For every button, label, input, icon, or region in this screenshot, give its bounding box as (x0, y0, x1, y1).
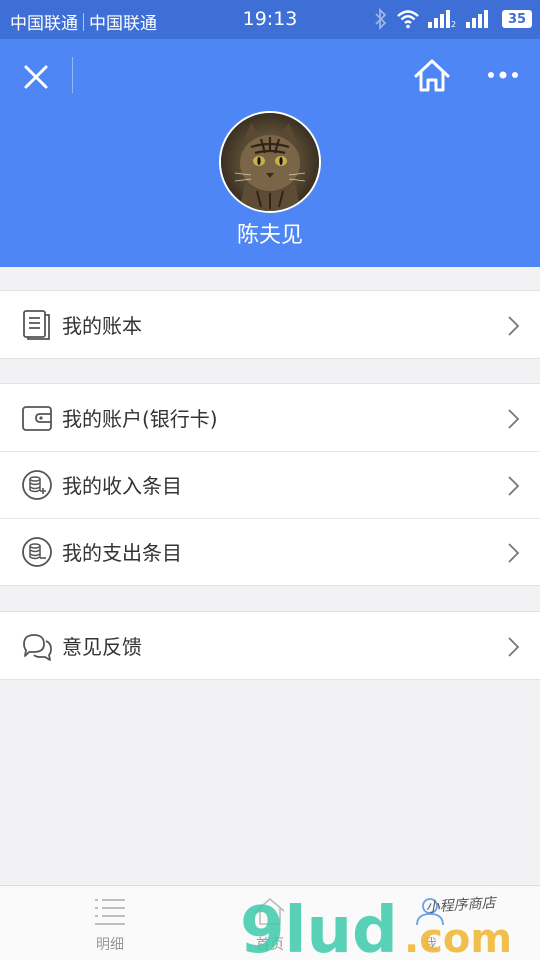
tab-bar: 明细 首页 我 (0, 885, 540, 960)
menu-label-ledger: 我的账本 (62, 314, 142, 338)
tab-label-me: 我 (423, 937, 437, 953)
chevron-right-icon (508, 476, 520, 496)
feedback-icon (23, 634, 52, 661)
wifi-icon (397, 10, 419, 29)
close-icon[interactable] (20, 61, 52, 93)
status-indicators: 2 35 (374, 8, 532, 30)
menu-item-accounts[interactable]: 我的账户(银行卡) (0, 384, 540, 451)
list-icon (95, 899, 125, 925)
chevron-right-icon (508, 316, 520, 336)
chevron-right-icon (508, 637, 520, 657)
menu-item-ledger[interactable]: 我的账本 (0, 291, 540, 358)
bluetooth-icon (375, 8, 387, 30)
avatar[interactable] (219, 111, 321, 213)
menu-group-1: 我的账本 (0, 290, 540, 359)
signal-1-icon: 2 (428, 10, 456, 28)
menu-label-feedback: 意见反馈 (62, 635, 142, 659)
menu-item-feedback[interactable]: 意见反馈 (0, 612, 540, 679)
menu-item-income[interactable]: 我的收入条目 (0, 451, 540, 518)
menu-label-accounts: 我的账户(银行卡) (62, 407, 218, 431)
profile-header: 陈夫见 (0, 39, 540, 267)
header-divider (72, 57, 73, 93)
tab-details[interactable]: 明细 (20, 886, 200, 960)
signal-2-icon (466, 10, 488, 28)
menu-group-3: 意见反馈 (0, 611, 540, 680)
menu-label-income: 我的收入条目 (62, 474, 182, 498)
tab-me[interactable]: 我 (340, 886, 520, 960)
menu-label-expense: 我的支出条目 (62, 541, 182, 565)
more-icon[interactable] (486, 67, 522, 83)
tab-label-home: 首页 (256, 937, 284, 953)
svg-text:2: 2 (451, 20, 456, 28)
ledger-icon (23, 310, 50, 340)
tab-home[interactable]: 首页 (180, 886, 360, 960)
menu-group-2: 我的账户(银行卡) 我的收入条目 我的支出条目 (0, 383, 540, 586)
chevron-right-icon (508, 409, 520, 429)
menu-item-expense[interactable]: 我的支出条目 (0, 518, 540, 585)
status-bar: 中国联通 中国联通 19:13 2 35 (0, 0, 540, 39)
username: 陈夫见 (236, 223, 303, 248)
income-icon (22, 470, 52, 500)
expense-icon (22, 537, 52, 567)
home-icon[interactable] (412, 57, 452, 95)
wallet-icon (22, 406, 52, 431)
user-icon (416, 898, 444, 926)
home-icon (255, 897, 285, 925)
tab-label-details: 明细 (96, 937, 124, 953)
battery-icon: 35 (502, 10, 532, 28)
chevron-right-icon (508, 543, 520, 563)
cat-photo-icon (221, 113, 319, 211)
